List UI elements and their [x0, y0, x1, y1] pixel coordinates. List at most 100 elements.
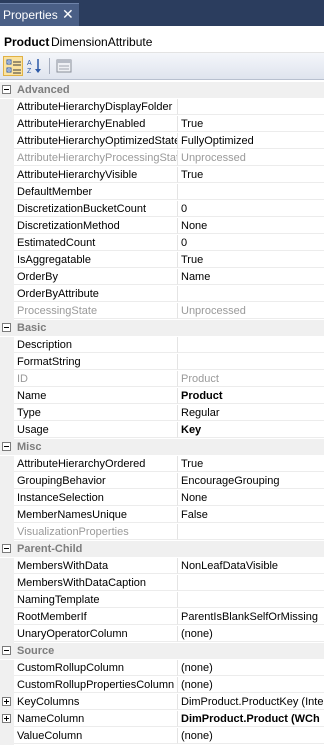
property-row[interactable]: AttributeHierarchyOptimizedState FullyOpt… — [0, 133, 324, 150]
property-name[interactable]: DefaultMember — [14, 184, 178, 200]
property-value[interactable]: (none) — [178, 660, 324, 676]
property-row[interactable]: Description — [0, 337, 324, 354]
property-name[interactable]: ProcessingState — [14, 303, 178, 319]
expand-icon[interactable] — [2, 714, 11, 723]
property-value[interactable]: Product — [178, 371, 324, 387]
property-value[interactable]: True — [178, 456, 324, 472]
alphabetical-button[interactable]: A Z — [25, 56, 45, 76]
category-misc[interactable]: Misc — [0, 439, 324, 455]
property-name[interactable]: MembersWithData — [14, 558, 178, 574]
category-source[interactable]: Source — [0, 643, 324, 659]
property-row[interactable]: Type Regular — [0, 405, 324, 422]
property-value[interactable]: True — [178, 167, 324, 183]
property-name[interactable]: InstanceSelection — [14, 490, 178, 506]
property-name[interactable]: DiscretizationMethod — [14, 218, 178, 234]
property-value[interactable]: Unprocessed — [178, 303, 324, 319]
property-value[interactable]: Unprocessed — [178, 150, 324, 166]
property-name[interactable]: ValueColumn — [14, 728, 178, 744]
property-name[interactable]: VisualizationProperties — [14, 524, 178, 540]
property-value[interactable]: Regular — [178, 405, 324, 421]
property-row[interactable]: ProcessingState Unprocessed — [0, 303, 324, 320]
property-value[interactable]: DimProduct.Product (WCh — [178, 711, 324, 727]
property-value[interactable]: False — [178, 507, 324, 523]
property-value[interactable] — [178, 524, 324, 540]
property-name[interactable]: GroupingBehavior — [14, 473, 178, 489]
property-name[interactable]: NamingTemplate — [14, 592, 178, 608]
property-name[interactable]: AttributeHierarchyVisible — [14, 167, 178, 183]
property-name[interactable]: UnaryOperatorColumn — [14, 626, 178, 642]
property-value[interactable]: 0 — [178, 235, 324, 251]
property-name[interactable]: MemberNamesUnique — [14, 507, 178, 523]
property-row[interactable]: VisualizationProperties — [0, 524, 324, 541]
property-row[interactable]: CustomRollupColumn (none) — [0, 660, 324, 677]
property-row[interactable]: MembersWithData NonLeafDataVisible — [0, 558, 324, 575]
property-name[interactable]: RootMemberIf — [14, 609, 178, 625]
property-value[interactable]: EncourageGrouping — [178, 473, 324, 489]
property-row[interactable]: DiscretizationMethod None — [0, 218, 324, 235]
property-name[interactable]: OrderByAttribute — [14, 286, 178, 302]
property-row[interactable]: Name Product — [0, 388, 324, 405]
categorized-button[interactable] — [3, 56, 23, 76]
property-name[interactable]: AttributeHierarchyProcessingState — [14, 150, 178, 166]
property-value[interactable]: (none) — [178, 728, 324, 744]
property-value[interactable]: True — [178, 252, 324, 268]
property-value[interactable]: DimProduct.ProductKey (Inte — [178, 694, 324, 710]
property-row[interactable]: OrderByAttribute — [0, 286, 324, 303]
property-name[interactable]: MembersWithDataCaption — [14, 575, 178, 591]
property-value[interactable]: (none) — [178, 677, 324, 693]
property-name[interactable]: Type — [14, 405, 178, 421]
collapse-icon[interactable] — [2, 323, 11, 332]
property-row[interactable]: MemberNamesUnique False — [0, 507, 324, 524]
object-selector[interactable]: Product DimensionAttribute — [0, 30, 324, 53]
property-value[interactable] — [178, 99, 324, 115]
property-value[interactable]: None — [178, 490, 324, 506]
collapse-icon[interactable] — [2, 442, 11, 451]
property-name[interactable]: Description — [14, 337, 178, 353]
property-value[interactable]: None — [178, 218, 324, 234]
property-value[interactable] — [178, 184, 324, 200]
property-row[interactable]: KeyColumns DimProduct.ProductKey (Inte — [0, 694, 324, 711]
property-name[interactable]: AttributeHierarchyOptimizedState — [14, 133, 178, 149]
expand-icon[interactable] — [2, 697, 11, 706]
property-value[interactable] — [178, 592, 324, 608]
property-value[interactable]: Key — [178, 422, 324, 438]
property-value[interactable]: NonLeafDataVisible — [178, 558, 324, 574]
property-name[interactable]: CustomRollupPropertiesColumn — [14, 677, 178, 693]
property-value[interactable]: Name — [178, 269, 324, 285]
property-row[interactable]: AttributeHierarchyOrdered True — [0, 456, 324, 473]
property-name[interactable]: FormatString — [14, 354, 178, 370]
property-row[interactable]: FormatString — [0, 354, 324, 371]
property-value[interactable]: Product — [178, 388, 324, 404]
property-name[interactable]: AttributeHierarchyDisplayFolder — [14, 99, 178, 115]
property-name[interactable]: AttributeHierarchyEnabled — [14, 116, 178, 132]
property-value[interactable] — [178, 337, 324, 353]
property-name[interactable]: KeyColumns — [14, 694, 178, 710]
property-value[interactable]: ParentIsBlankSelfOrMissing — [178, 609, 324, 625]
category-parent-child[interactable]: Parent-Child — [0, 541, 324, 557]
property-row[interactable]: DiscretizationBucketCount 0 — [0, 201, 324, 218]
property-row[interactable]: ValueColumn (none) — [0, 728, 324, 745]
property-row[interactable]: GroupingBehavior EncourageGrouping — [0, 473, 324, 490]
property-row[interactable]: EstimatedCount 0 — [0, 235, 324, 252]
property-row[interactable]: AttributeHierarchyEnabled True — [0, 116, 324, 133]
property-row[interactable]: MembersWithDataCaption — [0, 575, 324, 592]
property-name[interactable]: OrderBy — [14, 269, 178, 285]
property-value[interactable] — [178, 286, 324, 302]
property-value[interactable] — [178, 354, 324, 370]
property-pages-button[interactable] — [54, 56, 74, 76]
close-icon[interactable]: ✕ — [62, 6, 74, 22]
property-name[interactable]: IsAggregatable — [14, 252, 178, 268]
property-row[interactable]: InstanceSelection None — [0, 490, 324, 507]
property-row[interactable]: NamingTemplate — [0, 592, 324, 609]
collapse-icon[interactable] — [2, 85, 11, 94]
property-name[interactable]: EstimatedCount — [14, 235, 178, 251]
property-row[interactable]: CustomRollupPropertiesColumn (none) — [0, 677, 324, 694]
property-value[interactable] — [178, 575, 324, 591]
property-row[interactable]: OrderBy Name — [0, 269, 324, 286]
property-name[interactable]: DiscretizationBucketCount — [14, 201, 178, 217]
property-row[interactable]: IsAggregatable True — [0, 252, 324, 269]
category-basic[interactable]: Basic — [0, 320, 324, 336]
property-name[interactable]: NameColumn — [14, 711, 178, 727]
property-name[interactable]: Name — [14, 388, 178, 404]
property-value[interactable]: (none) — [178, 626, 324, 642]
